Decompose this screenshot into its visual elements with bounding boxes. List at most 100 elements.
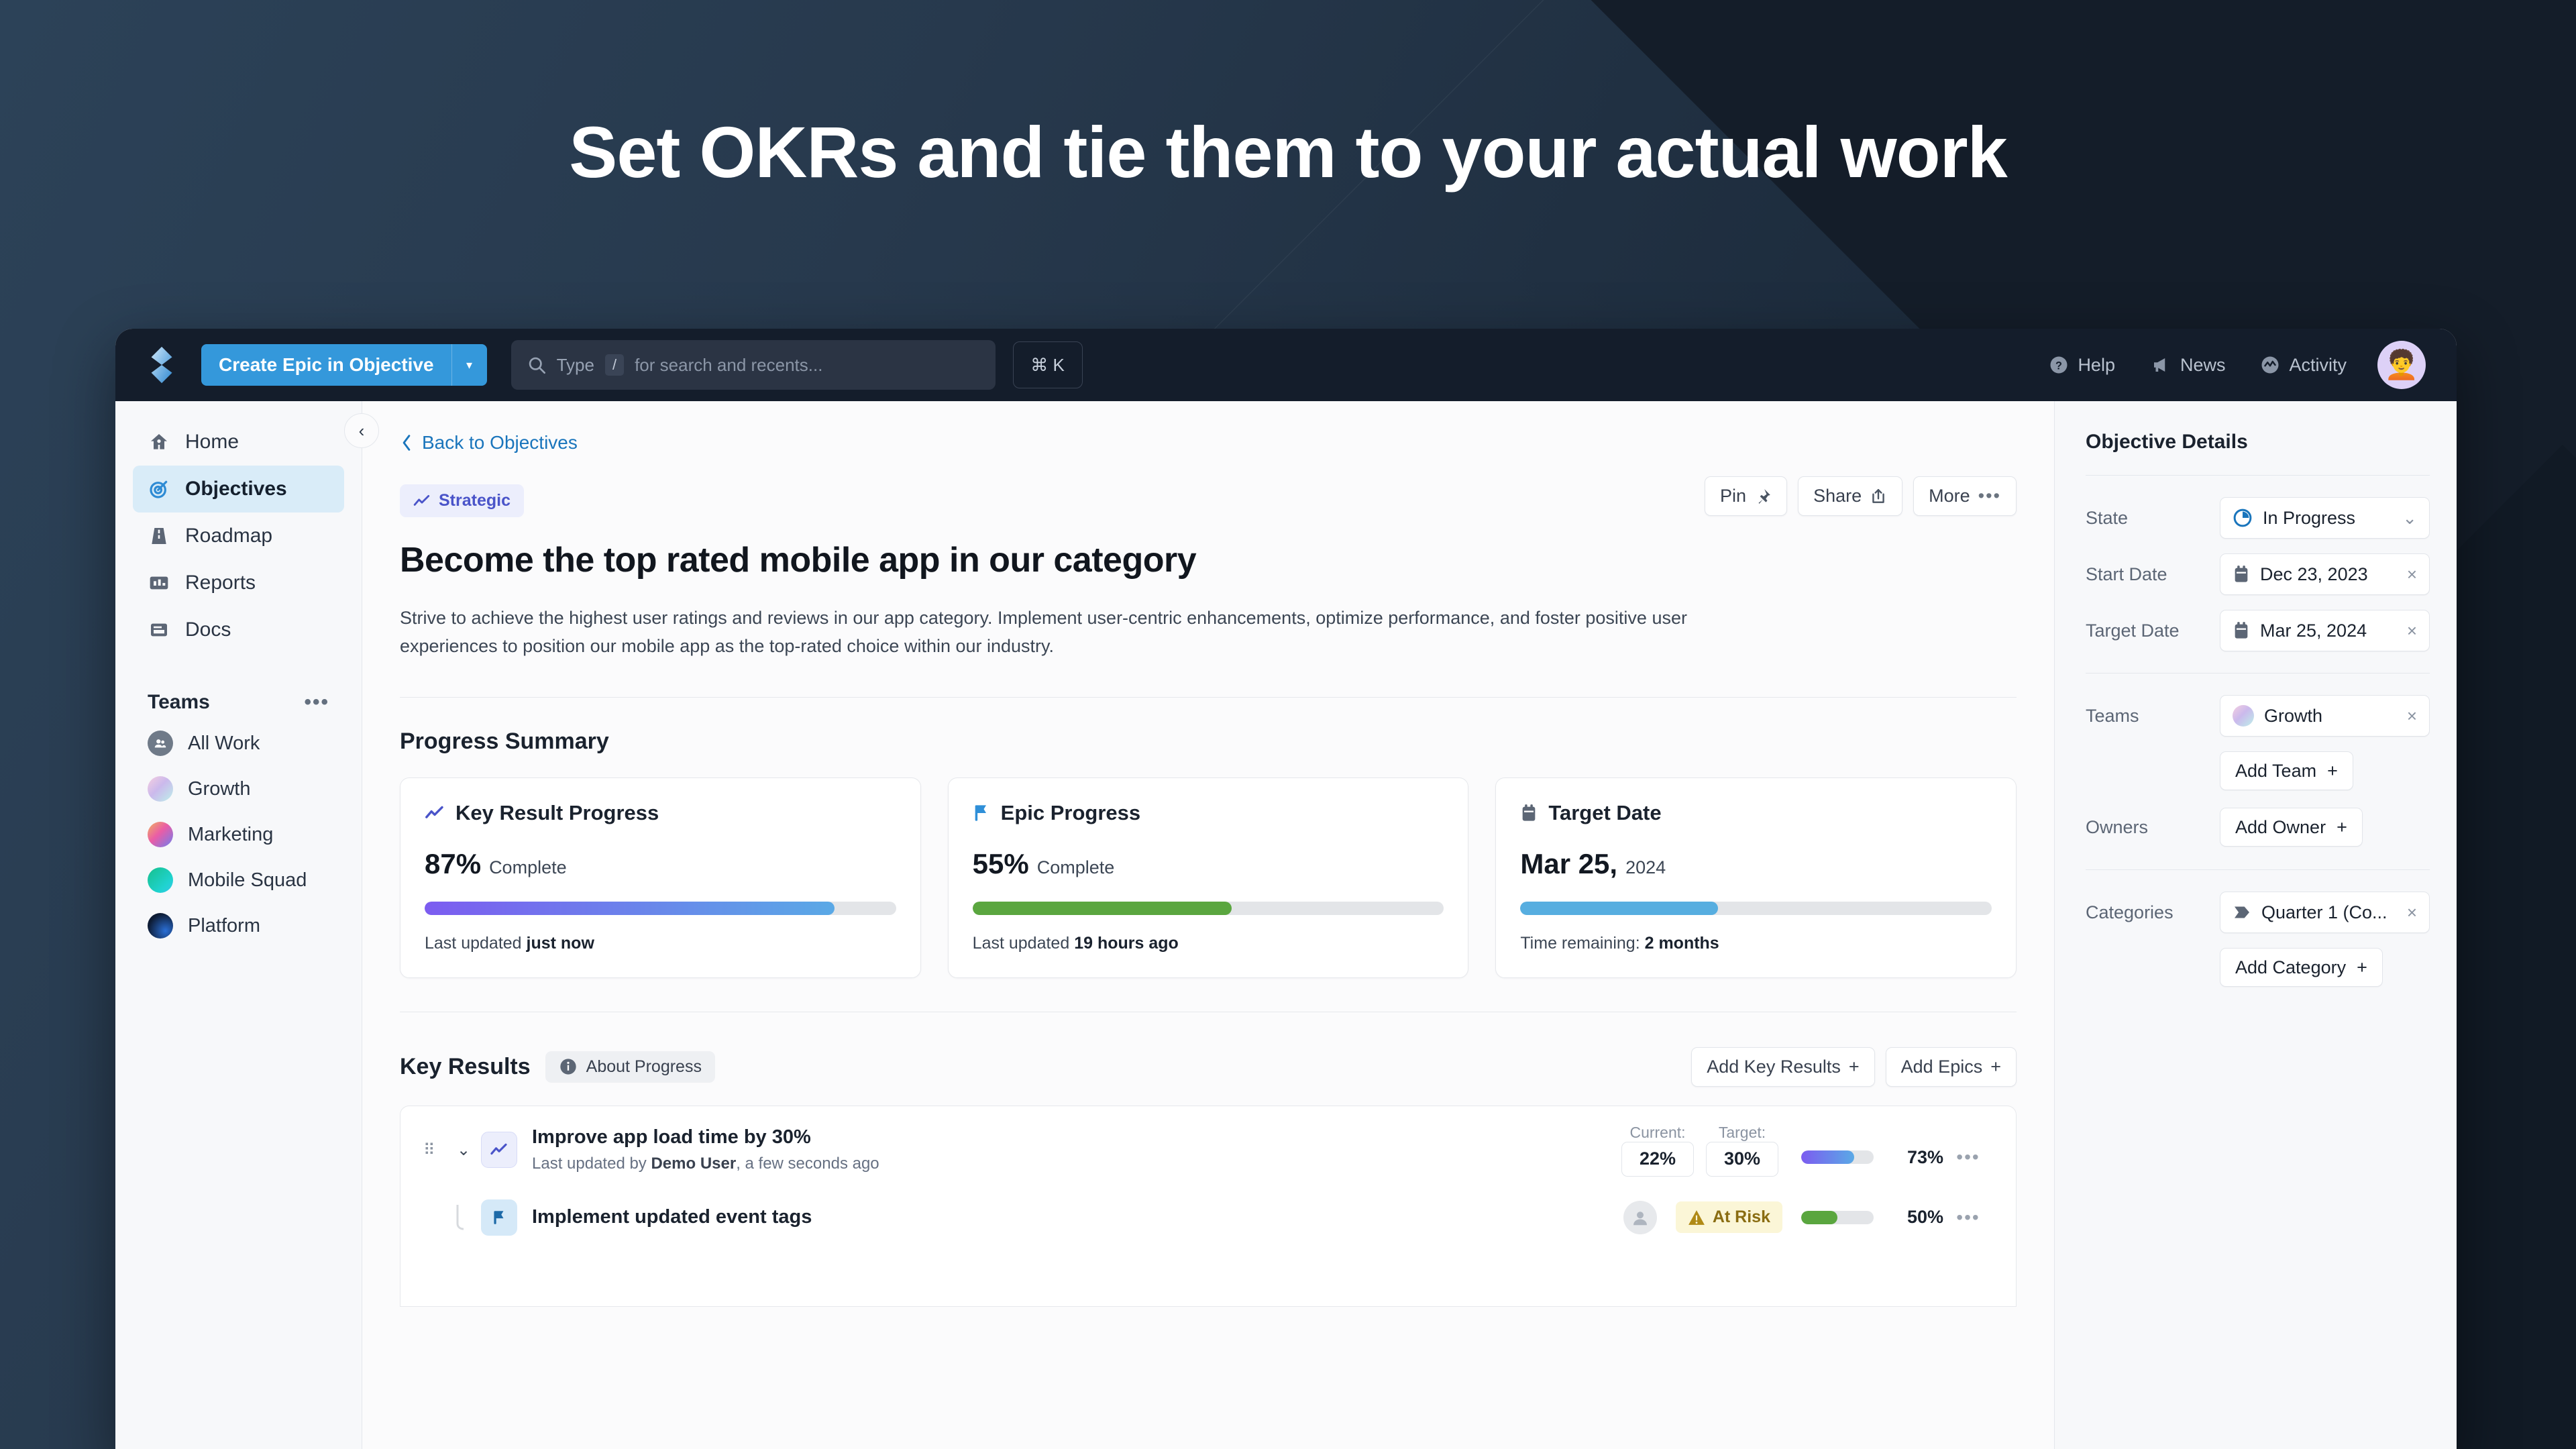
sidebar-item-roadmap[interactable]: Roadmap xyxy=(133,513,344,559)
share-button[interactable]: Share xyxy=(1798,476,1903,516)
card-value-row: 87% Complete xyxy=(425,848,896,880)
progress-bar xyxy=(1520,901,1992,915)
search-input[interactable]: Type / for search and recents... xyxy=(511,340,996,390)
sidebar-team-all-work[interactable]: All Work xyxy=(133,720,344,766)
assignee-avatar[interactable] xyxy=(1623,1200,1657,1234)
row-progress-fill xyxy=(1801,1150,1854,1165)
sidebar-team-platform[interactable]: Platform xyxy=(133,903,344,949)
trend-icon xyxy=(425,806,443,818)
user-avatar[interactable]: 🧑‍🦱 xyxy=(2377,341,2426,389)
drag-handle-icon[interactable]: ⠿ xyxy=(423,1142,446,1158)
sidebar-item-home[interactable]: Home xyxy=(133,419,344,466)
chevron-down-icon[interactable]: ⌄ xyxy=(446,1140,481,1160)
objective-header-row: Strategic Pin Share More ••• xyxy=(400,476,2017,517)
card-title: Key Result Progress xyxy=(455,800,659,824)
category-chip[interactable]: Quarter 1 (Co... × xyxy=(2220,892,2430,933)
status-badge-strategic[interactable]: Strategic xyxy=(400,484,524,517)
add-category-button[interactable]: Add Category + xyxy=(2220,948,2383,987)
add-owner-label: Add Owner xyxy=(2235,816,2326,837)
chevron-down-icon[interactable]: ▾ xyxy=(452,344,487,386)
trend-icon xyxy=(490,1143,507,1155)
sidebar-collapse-button[interactable]: ‹ xyxy=(344,413,379,448)
current-value-input[interactable]: 22% xyxy=(1621,1141,1694,1177)
details-row-teams: Teams Growth × xyxy=(2086,695,2430,737)
trend-icon xyxy=(413,494,430,506)
row-more-icon[interactable]: ••• xyxy=(1943,1146,1993,1168)
sidebar-team-label: Platform xyxy=(188,914,260,936)
add-key-results-button[interactable]: Add Key Results + xyxy=(1691,1046,1875,1087)
chart-icon xyxy=(148,572,170,594)
plus-icon: + xyxy=(1990,1056,2001,1077)
card-footer-value: just now xyxy=(526,933,594,953)
home-icon xyxy=(148,431,170,453)
card-header: Key Result Progress xyxy=(425,801,896,825)
sidebar-item-reports[interactable]: Reports xyxy=(133,559,344,606)
card-epic-progress: Epic Progress 55% Complete Last updated … xyxy=(947,777,1469,978)
close-icon[interactable]: × xyxy=(2407,621,2417,641)
warning-icon xyxy=(1688,1210,1705,1225)
key-result-name: Improve app load time by 30% xyxy=(532,1126,811,1148)
sidebar-team-marketing[interactable]: Marketing xyxy=(133,812,344,857)
card-value: 55% xyxy=(972,847,1029,879)
pin-button[interactable]: Pin xyxy=(1705,476,1788,516)
close-icon[interactable]: × xyxy=(2407,564,2417,585)
people-icon xyxy=(148,731,173,756)
add-team-button[interactable]: Add Team + xyxy=(2220,751,2353,790)
add-epics-button[interactable]: Add Epics + xyxy=(1885,1046,2017,1087)
row-progress: 50% xyxy=(1801,1207,1943,1228)
details-row-start-date: Start Date Dec 23, 2023 × xyxy=(2086,553,2430,595)
card-value: Mar 25, xyxy=(1520,847,1618,879)
status-badge[interactable]: At Risk xyxy=(1675,1201,1782,1234)
row-more-icon[interactable]: ••• xyxy=(1943,1207,1993,1228)
add-owner-button[interactable]: Add Owner + xyxy=(2220,808,2363,847)
key-results-title: Key Results xyxy=(400,1053,531,1079)
meta-suffix: , a few seconds ago xyxy=(736,1155,879,1173)
close-icon[interactable]: × xyxy=(2407,902,2417,923)
activity-button[interactable]: Activity xyxy=(2260,355,2347,376)
card-value-suffix: Complete xyxy=(1036,857,1115,877)
progress-summary-cards: Key Result Progress 87% Complete Last up… xyxy=(400,777,2017,978)
pin-icon xyxy=(1758,488,1770,504)
help-button[interactable]: ? Help xyxy=(2049,355,2115,376)
road-icon xyxy=(148,525,170,547)
more-button[interactable]: More ••• xyxy=(1913,476,2017,516)
teams-more-icon[interactable]: ••• xyxy=(304,691,329,714)
progress-bar-fill xyxy=(1520,901,1719,915)
news-button[interactable]: News xyxy=(2150,354,2226,376)
target-value-input[interactable]: 30% xyxy=(1706,1141,1778,1177)
meta-user: Demo User xyxy=(651,1155,737,1173)
share-label: Share xyxy=(1813,486,1862,506)
create-epic-button[interactable]: Create Epic in Objective ▾ xyxy=(201,344,487,386)
target-date-field[interactable]: Mar 25, 2024 × xyxy=(2220,610,2430,651)
table-row[interactable]: ⠿ ⌄ Improve app load time by 30% Last up… xyxy=(400,1106,2016,1194)
news-label: News xyxy=(2180,354,2226,375)
chevron-left-icon xyxy=(402,435,411,451)
search-shortcut-badge[interactable]: ⌘ K xyxy=(1012,341,1083,388)
plus-icon: + xyxy=(1848,1056,1860,1077)
back-to-objectives-link[interactable]: Back to Objectives xyxy=(400,432,578,453)
table-row[interactable]: ⠿ Implement updated event tags xyxy=(400,1194,2016,1253)
sidebar-item-docs[interactable]: Docs xyxy=(133,606,344,653)
state-select[interactable]: In Progress ⌄ xyxy=(2220,497,2430,539)
team-avatar xyxy=(148,822,173,847)
add-team-label: Add Team xyxy=(2235,760,2317,781)
sidebar-team-mobile-squad[interactable]: Mobile Squad xyxy=(133,857,344,903)
card-footer-value: 2 months xyxy=(1644,933,1719,953)
about-progress-button[interactable]: About Progress xyxy=(545,1051,715,1083)
details-row-add-category: Add Category + xyxy=(2220,948,2430,987)
close-icon[interactable]: × xyxy=(2407,706,2417,727)
card-header: Epic Progress xyxy=(973,801,1444,825)
team-chip-growth[interactable]: Growth × xyxy=(2220,695,2430,737)
chevron-down-icon[interactable]: ⌄ xyxy=(2402,508,2417,529)
row-progress-bar xyxy=(1801,1210,1874,1224)
row-progress-percent: 50% xyxy=(1907,1207,1943,1228)
progress-bar xyxy=(972,901,1444,915)
svg-text:?: ? xyxy=(2055,360,2062,372)
top-bar: Create Epic in Objective ▾ Type / for se… xyxy=(115,329,2457,401)
start-date-field[interactable]: Dec 23, 2023 × xyxy=(2220,553,2430,595)
app-logo-icon xyxy=(151,346,172,384)
person-icon xyxy=(1633,1211,1647,1225)
objective-actions: Pin Share More ••• xyxy=(1705,476,2017,516)
sidebar-team-growth[interactable]: Growth xyxy=(133,766,344,812)
sidebar-item-objectives[interactable]: Objectives xyxy=(133,466,344,513)
